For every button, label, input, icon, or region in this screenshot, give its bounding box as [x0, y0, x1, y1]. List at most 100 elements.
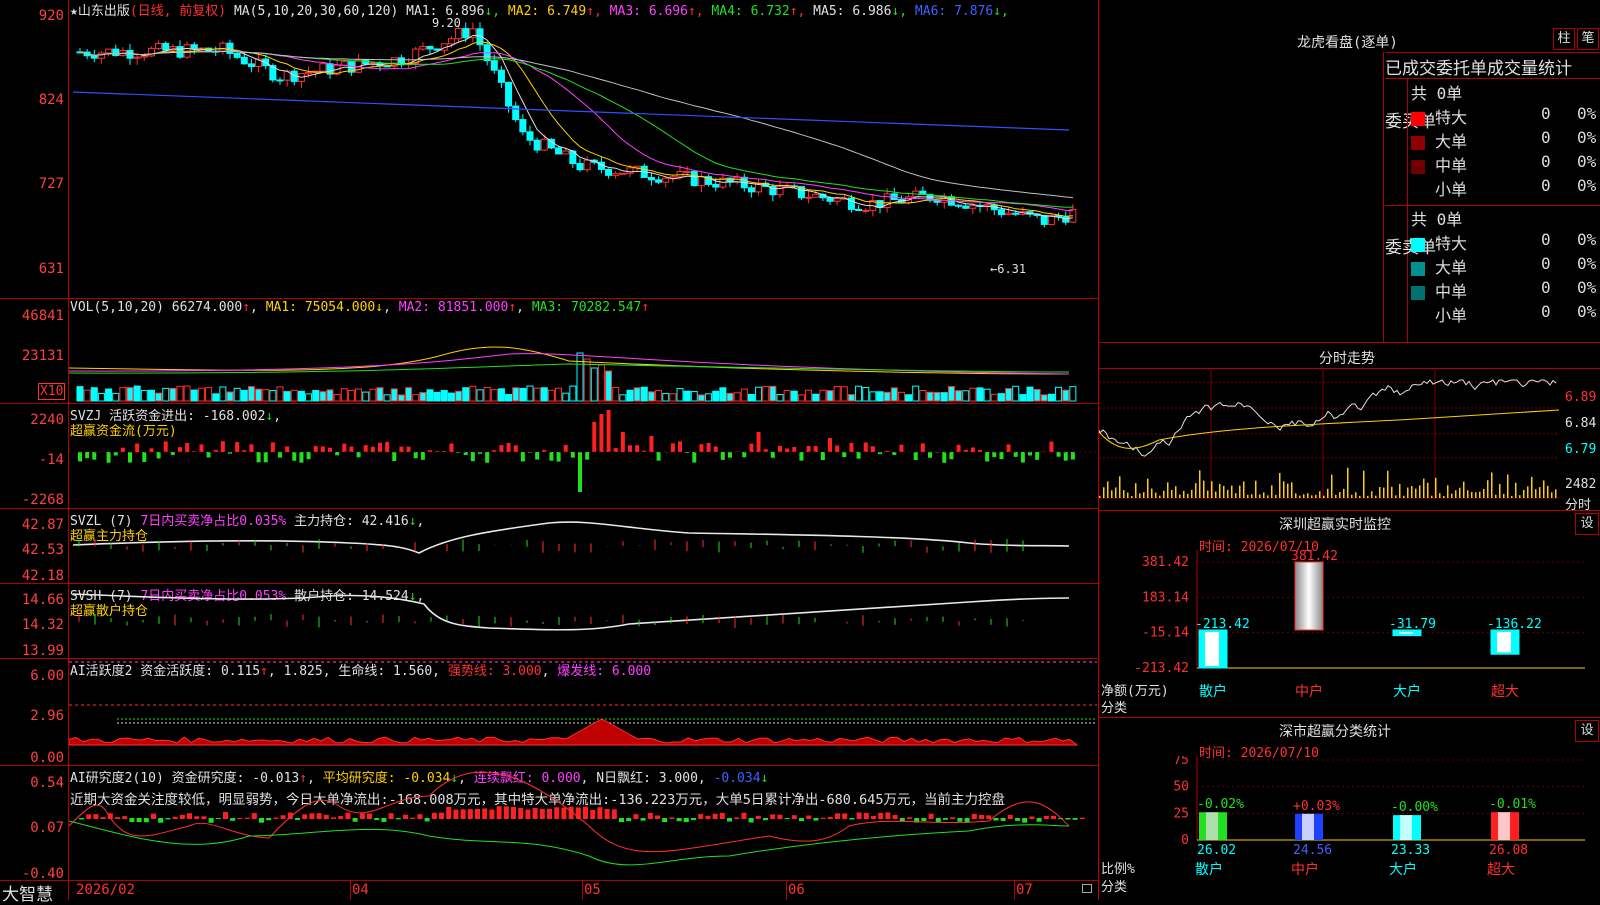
research-bar: [245, 818, 250, 819]
vol-bar: [248, 387, 254, 401]
volume-chart[interactable]: [69, 316, 1097, 402]
price-axis-label: 920: [2, 8, 64, 24]
research-bar: [115, 817, 120, 819]
intraday-vol-bar: [1159, 496, 1161, 498]
vol-axis-label: 23131: [2, 348, 64, 364]
candle-body: [248, 64, 254, 67]
order-row: 特大00%: [1411, 230, 1600, 254]
vol-bar: [98, 393, 104, 401]
candle-body: [970, 205, 976, 208]
flow-bar: [621, 432, 625, 452]
candle-body: [234, 53, 240, 57]
vol-ma3: [69, 364, 1069, 373]
research-bar: [93, 814, 98, 819]
research-bar: [619, 818, 624, 822]
vol-bar: [320, 392, 326, 401]
intraday-vol-bar: [1223, 486, 1225, 498]
separator: [0, 880, 1098, 881]
intraday-vol-bar: [1443, 496, 1445, 498]
date-label: 06: [788, 882, 805, 898]
net-category-label: 大户: [1393, 683, 1421, 700]
research-bar: [396, 818, 401, 819]
candle-body: [1041, 215, 1047, 224]
research-bar: [497, 806, 502, 819]
research-bar: [698, 814, 703, 819]
separator: [1099, 510, 1600, 511]
vol-bar: [334, 394, 340, 401]
research-bar: [353, 818, 358, 822]
research-bar: [691, 818, 696, 820]
svzj-chart[interactable]: [69, 404, 1097, 508]
flow-bar: [321, 446, 325, 452]
intraday-vol-bar: [1543, 480, 1545, 498]
research-bar: [230, 818, 235, 821]
net-amount-chart[interactable]: 381.42183.14-15.14-213.42-213.42散户381.42…: [1099, 550, 1600, 720]
flow-bar: [1049, 442, 1053, 452]
vol-bar: [820, 390, 826, 401]
bar-mode-button[interactable]: 柱: [1553, 28, 1575, 50]
research-bar: [561, 807, 566, 819]
intraday-vol-bar: [1379, 487, 1381, 498]
flow-bar: [857, 452, 861, 459]
flow-bar: [578, 452, 582, 492]
vol-bar: [906, 395, 912, 401]
svzl-axis-label: 42.87: [2, 517, 64, 533]
intraday-vol-bar: [1271, 485, 1273, 498]
vol-bar: [113, 393, 119, 401]
classify-settings-button[interactable]: 设: [1575, 720, 1599, 742]
tick-mode-button[interactable]: 笔: [1577, 28, 1599, 50]
intraday-vol-bar: [1539, 487, 1541, 498]
intraday-vol-bar: [1215, 492, 1217, 498]
candlestick-chart[interactable]: [69, 16, 1097, 298]
intraday-vol-bar: [1283, 481, 1285, 498]
order-size-label: 大单: [1435, 132, 1467, 151]
brand-logo[interactable]: 大智慧: [2, 880, 53, 905]
flow-bar: [92, 452, 96, 460]
research-bar: [1037, 818, 1042, 822]
vol-bar: [920, 390, 926, 401]
research-bar: [950, 817, 955, 819]
intraday-vol-bar: [1203, 481, 1205, 498]
flow-bar: [178, 447, 182, 452]
vol-bar: [177, 386, 183, 401]
ai1-axis-label: 0.00: [2, 750, 64, 766]
svzl-chart[interactable]: [69, 509, 1097, 583]
candle-body: [563, 151, 569, 154]
intraday-vol-bar: [1403, 496, 1405, 498]
separator: [1099, 717, 1600, 718]
flow-bar: [121, 448, 125, 452]
intraday-vol-bar: [1163, 491, 1165, 498]
main-chart-area[interactable]: ★山东出版(日线, 前复权) MA(5,10,20,30,60,120) MA1…: [0, 0, 1098, 900]
research-bar: [1065, 818, 1070, 820]
vol-bar: [627, 390, 633, 401]
ratio-data-label: 26.08: [1489, 843, 1528, 858]
intraday-vol-bar: [1391, 487, 1393, 498]
research-bar: [173, 817, 178, 819]
research-bar: [101, 817, 106, 819]
ratio-chart[interactable]: 7550250-0.02%26.02散户+0.03%24.56中户-0.00%2…: [1099, 756, 1600, 900]
intraday-chart[interactable]: [1099, 370, 1600, 510]
flow-bar: [949, 452, 953, 459]
lock-icon[interactable]: [1082, 884, 1092, 893]
monitor-settings-button[interactable]: 设: [1575, 513, 1599, 535]
vol-bar: [1048, 394, 1054, 401]
flow-bar: [392, 452, 396, 461]
order-pct: 0%: [1577, 278, 1596, 297]
intraday-vol-bar: [1547, 486, 1549, 498]
order-row: 小单00%: [1411, 302, 1600, 326]
flow-bar: [928, 452, 932, 458]
flow-bar: [135, 444, 139, 452]
intraday-vol-bar: [1127, 493, 1129, 498]
flow-bar: [778, 446, 782, 452]
svsh-chart[interactable]: [69, 584, 1097, 658]
intraday-vol-bar: [1255, 481, 1257, 498]
research-line-green: [69, 821, 1069, 865]
net-axis-tick: -213.42: [1134, 661, 1189, 676]
intraday-vol-bar: [1351, 495, 1353, 498]
flow-bar: [835, 446, 839, 452]
ai-activity-chart[interactable]: [69, 659, 1097, 765]
intraday-vol-bar: [1191, 490, 1193, 498]
vol-bar: [534, 388, 540, 401]
ai-research-chart[interactable]: [69, 766, 1097, 880]
intraday-vol-bar: [1171, 490, 1173, 498]
